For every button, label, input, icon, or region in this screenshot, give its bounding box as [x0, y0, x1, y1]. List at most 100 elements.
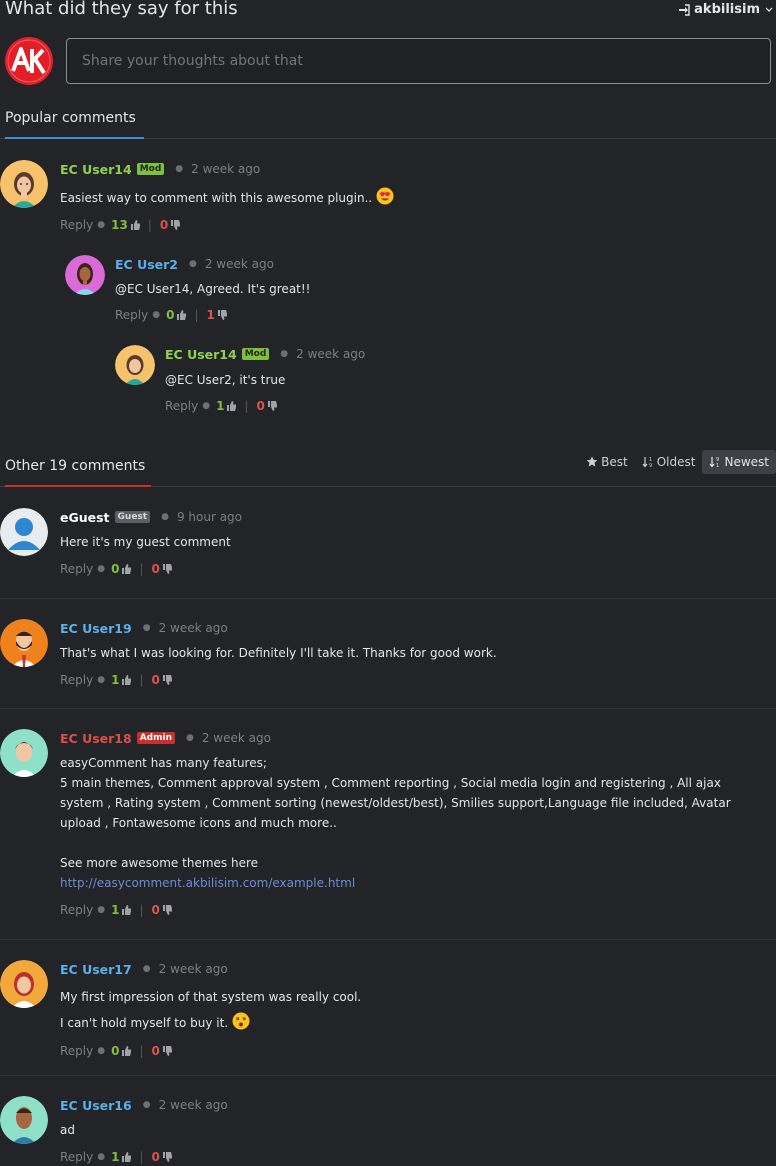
thumbs-down-icon: [217, 310, 227, 320]
ak-logo: [5, 37, 53, 85]
timestamp: 2 week ago: [204, 257, 274, 271]
sort-best-button[interactable]: Best: [579, 450, 635, 474]
chevron-down-icon: [764, 5, 774, 15]
dizzy-face-emoji: [232, 1012, 250, 1030]
comment-text: ad: [60, 1123, 75, 1137]
reply-link[interactable]: Reply: [60, 673, 93, 687]
timestamp: 9 hour ago: [176, 510, 243, 524]
author-name[interactable]: EC User17: [60, 962, 132, 977]
sort-oldest-button[interactable]: 19 Oldest: [635, 450, 703, 474]
header: What did they say for this akbilisim: [0, 0, 776, 24]
upvote-button[interactable]: 0: [111, 562, 132, 576]
downvote-button[interactable]: 0: [152, 1150, 172, 1164]
comment-composer: [5, 37, 775, 87]
thumbs-up-icon: [122, 675, 132, 685]
downvote-button[interactable]: 0: [152, 903, 172, 917]
thumbs-down-icon: [162, 1046, 172, 1056]
avatar: [0, 960, 48, 1008]
author-name[interactable]: EC User14: [60, 162, 132, 177]
reply-link[interactable]: Reply: [60, 1044, 93, 1058]
sign-in-icon: [678, 3, 690, 16]
avatar: [115, 345, 155, 385]
thumbs-down-icon: [162, 1152, 172, 1162]
divider: [0, 1075, 776, 1076]
avatar: [0, 729, 48, 777]
author-name[interactable]: EC User16: [60, 1098, 132, 1113]
sort-newest-button[interactable]: 91 Newest: [702, 450, 776, 474]
avatar: [0, 619, 48, 667]
thumbs-up-icon: [130, 220, 140, 230]
star-icon: [586, 456, 598, 467]
other-tab-underline: [5, 485, 151, 487]
thumbs-up-icon: [227, 401, 237, 411]
comment-text: Easiest way to comment with this awesome…: [60, 191, 373, 205]
upvote-button[interactable]: 1: [111, 673, 132, 687]
timestamp: 2 week ago: [158, 621, 228, 635]
user-menu[interactable]: akbilisim: [678, 2, 774, 17]
comment-text: Here it's my guest comment: [60, 535, 231, 549]
other-comments-label: Other 19 comments: [5, 458, 146, 474]
comment-text: @EC User14, Agreed. It's great!!: [115, 282, 311, 296]
guest-badge: Guest: [114, 511, 151, 523]
svg-text:9: 9: [649, 463, 652, 468]
author-name[interactable]: EC User14: [165, 347, 237, 362]
upvote-button[interactable]: 0: [166, 308, 187, 322]
author-name[interactable]: EC User2: [115, 257, 178, 272]
page-title: What did they say for this: [5, 0, 238, 19]
divider: [0, 598, 776, 599]
reply-link[interactable]: Reply: [60, 562, 93, 576]
downvote-button[interactable]: 1: [207, 308, 227, 322]
upvote-button[interactable]: 0: [111, 1044, 132, 1058]
upvote-button[interactable]: 1: [216, 399, 237, 413]
thumbs-down-icon: [162, 905, 172, 915]
reply-link[interactable]: Reply: [60, 218, 93, 232]
reply-link[interactable]: Reply: [165, 399, 198, 413]
downvote-button[interactable]: 0: [152, 673, 172, 687]
thumbs-down-icon: [171, 220, 181, 230]
thumbs-down-icon: [267, 401, 277, 411]
downvote-button[interactable]: 0: [160, 218, 181, 232]
sort-numeric-asc-icon: 19: [642, 457, 652, 468]
thumbs-up-icon: [177, 310, 187, 320]
timestamp: 2 week ago: [191, 162, 261, 176]
thumbs-down-icon: [162, 564, 172, 574]
reply-link[interactable]: Reply: [60, 903, 93, 917]
comment-link[interactable]: http://easycomment.akbilisim.com/example…: [60, 876, 355, 890]
popular-comments-header: Popular comments: [0, 108, 776, 139]
reply-link[interactable]: Reply: [60, 1150, 93, 1164]
downvote-button[interactable]: 0: [152, 1044, 172, 1058]
author-name[interactable]: EC User19: [60, 621, 132, 636]
comment-text-line: I can't hold myself to buy it.: [60, 1016, 229, 1030]
divider: [0, 939, 776, 940]
avatar: [0, 1096, 48, 1144]
upvote-button[interactable]: 13: [111, 218, 140, 232]
comment-text-line: easyComment has many features;: [60, 756, 267, 770]
admin-badge: Admin: [136, 732, 175, 744]
sort-options: Best 19 Oldest 91 Newest: [579, 450, 776, 474]
avatar: [65, 255, 105, 295]
thumbs-up-icon: [122, 905, 132, 915]
mod-badge: Mod: [136, 163, 165, 175]
upvote-button[interactable]: 1: [111, 903, 132, 917]
divider: [0, 708, 776, 709]
timestamp: 2 week ago: [201, 731, 271, 745]
upvote-button[interactable]: 1: [111, 1150, 132, 1164]
comment-text-line: My first impression of that system was r…: [60, 990, 362, 1004]
mod-badge: Mod: [241, 348, 270, 360]
sort-numeric-desc-icon: 91: [710, 457, 720, 468]
reply-link[interactable]: Reply: [115, 308, 148, 322]
thumbs-up-icon: [122, 1046, 132, 1056]
comment-text-line: 5 main themes, Comment approval system ,…: [60, 776, 731, 830]
other-comments-header: Other 19 comments Best 19 Oldest 91 Newe…: [0, 450, 776, 487]
author-name[interactable]: EC User18: [60, 731, 132, 746]
svg-text:1: 1: [716, 463, 719, 468]
thumbs-up-icon: [122, 564, 132, 574]
comment-text-line: See more awesome themes here: [60, 856, 258, 870]
timestamp: 2 week ago: [158, 962, 228, 976]
downvote-button[interactable]: 0: [152, 562, 172, 576]
thumbs-up-icon: [122, 1152, 132, 1162]
author-name[interactable]: eGuest: [60, 510, 110, 525]
timestamp: 2 week ago: [296, 347, 366, 361]
downvote-button[interactable]: 0: [257, 399, 277, 413]
comment-input[interactable]: [66, 38, 771, 84]
